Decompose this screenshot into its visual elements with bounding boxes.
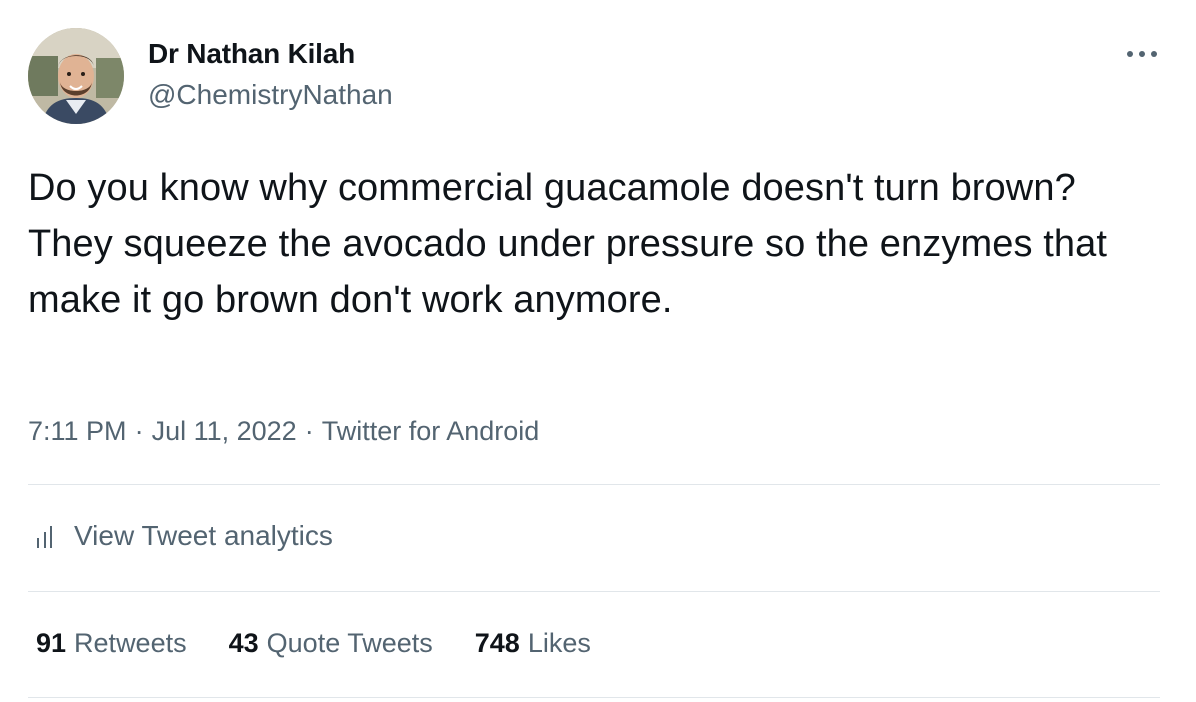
meta-separator: · xyxy=(134,416,144,446)
more-horizontal-icon xyxy=(1127,51,1157,57)
retweets-count: 91 xyxy=(36,628,67,658)
quote-tweets-stat[interactable]: 43 Quote Tweets xyxy=(229,628,433,659)
analytics-bars-icon xyxy=(37,526,52,548)
tweet-text: Do you know why commercial guacamole doe… xyxy=(28,167,1107,321)
tweet-metadata: 7:11 PM · Jul 11, 2022 · Twitter for Android xyxy=(28,416,539,447)
avatar[interactable] xyxy=(28,28,124,124)
quote-tweets-label: Quote Tweets xyxy=(266,628,433,658)
author-display-name[interactable]: Dr Nathan Kilah xyxy=(148,38,355,70)
divider xyxy=(28,591,1160,592)
tweet-card: Dr Nathan Kilah @ChemistryNathan Do you … xyxy=(0,0,1196,702)
meta-separator: · xyxy=(304,416,314,446)
likes-count: 748 xyxy=(474,628,520,658)
retweets-stat[interactable]: 91 Retweets xyxy=(36,628,187,659)
tweet-stats: 91 Retweets 43 Quote Tweets 748 Likes xyxy=(36,628,633,659)
tweet-date[interactable]: Jul 11, 2022 xyxy=(152,416,297,446)
analytics-label: View Tweet analytics xyxy=(74,520,333,551)
profile-photo xyxy=(28,28,124,124)
divider xyxy=(28,697,1160,698)
more-options-button[interactable] xyxy=(1120,36,1164,72)
divider xyxy=(28,484,1160,485)
tweet-source[interactable]: Twitter for Android xyxy=(322,416,540,446)
likes-label: Likes xyxy=(527,628,591,658)
tweet-time[interactable]: 7:11 PM xyxy=(28,416,127,446)
view-analytics-link[interactable]: View Tweet analytics xyxy=(34,520,333,552)
author-handle[interactable]: @ChemistryNathan xyxy=(148,79,393,111)
quote-tweets-count: 43 xyxy=(228,628,259,658)
retweets-label: Retweets xyxy=(74,628,187,658)
likes-stat[interactable]: 748 Likes xyxy=(475,628,591,659)
